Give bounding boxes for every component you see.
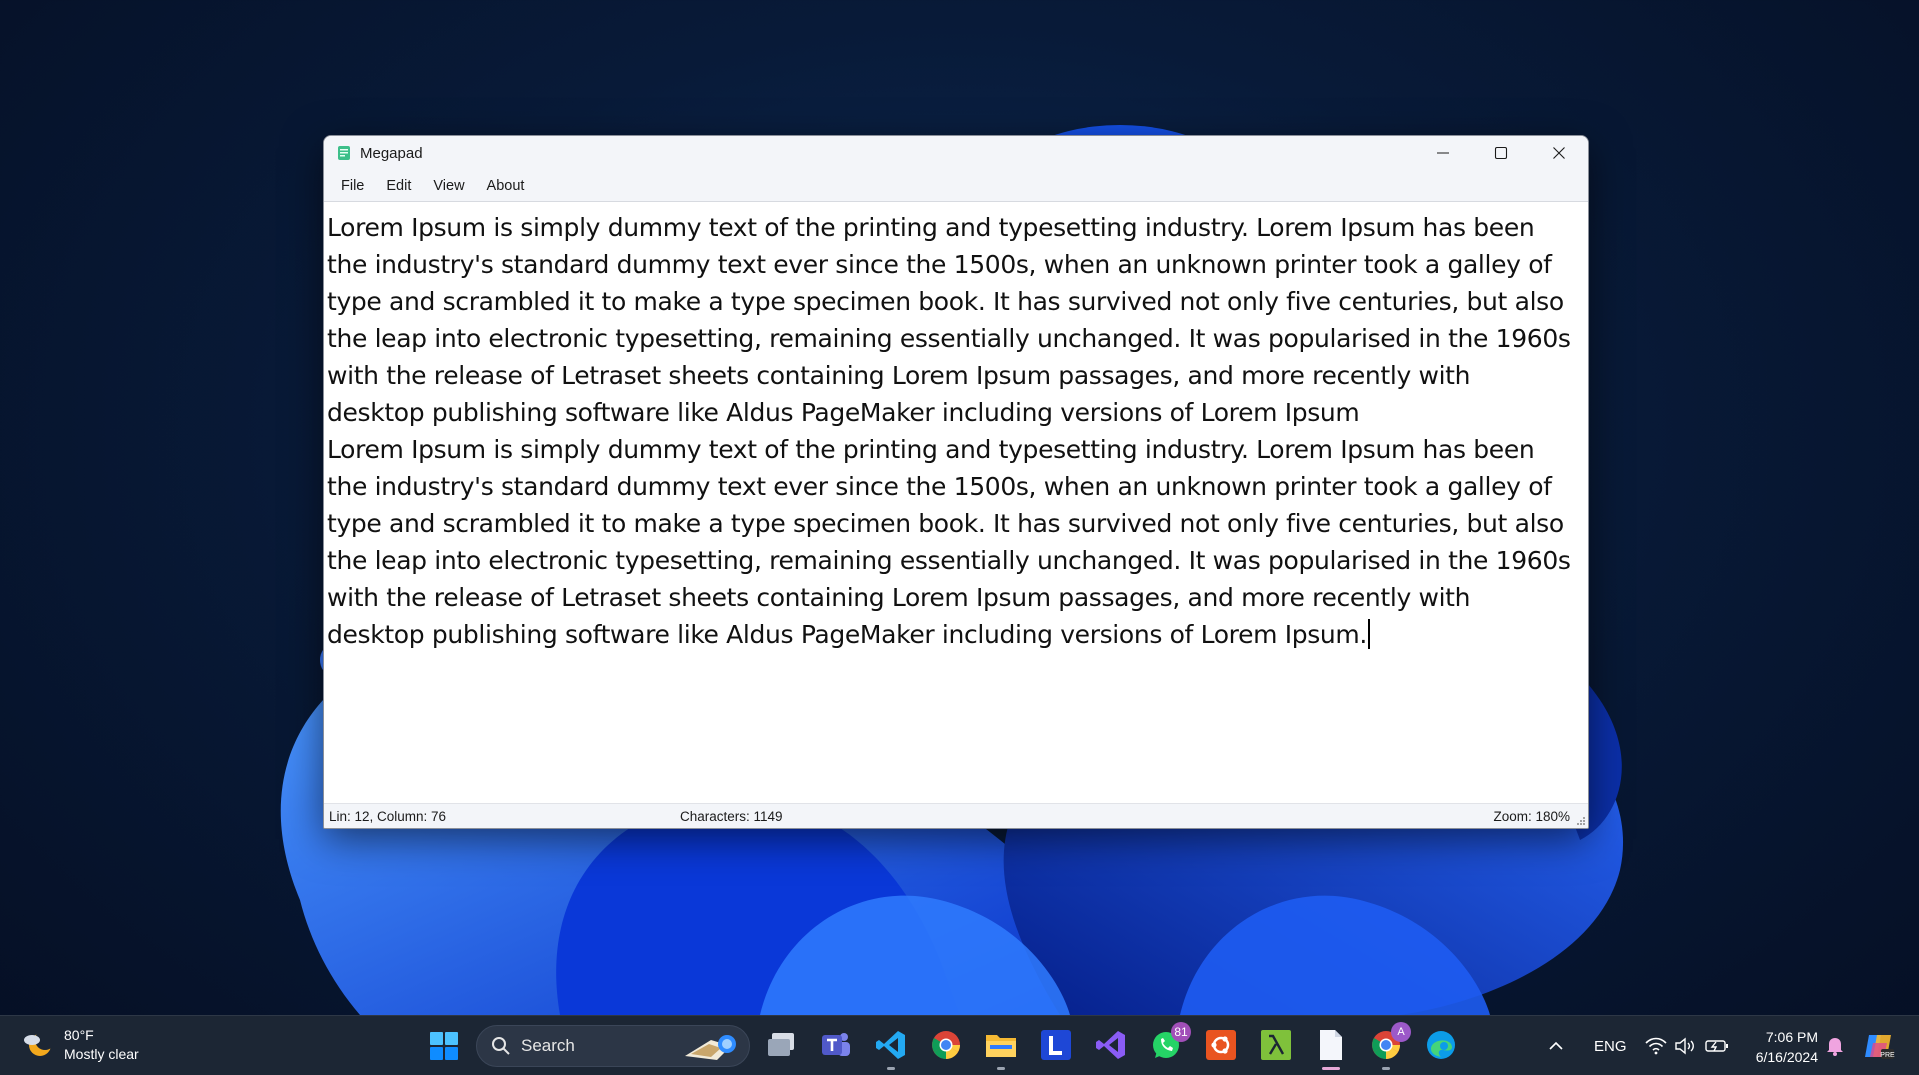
active-indicator — [1322, 1067, 1340, 1070]
status-bar: Lin: 12, Column: 76 Characters: 1149 Zoo… — [324, 803, 1588, 828]
running-indicator — [1382, 1067, 1390, 1070]
search-label: Search — [521, 1036, 575, 1055]
visual-studio-icon[interactable] — [1094, 1028, 1128, 1062]
clock-time: 7:06 PM — [1765, 1029, 1818, 1045]
chrome-icon[interactable] — [929, 1028, 963, 1062]
windows-start-icon[interactable] — [429, 1031, 459, 1061]
copilot-icon: PRE — [1865, 1035, 1895, 1059]
ubuntu-icon[interactable] — [1204, 1028, 1238, 1062]
teams-icon[interactable] — [819, 1028, 853, 1062]
megapad-window: Megapad File Edit View About Lorem Ipsum… — [323, 135, 1589, 829]
clock[interactable]: 7:06 PM 6/16/2024 — [1756, 1027, 1818, 1067]
menu-about[interactable]: About — [476, 174, 536, 198]
language-indicator[interactable]: ENG — [1594, 1016, 1627, 1075]
svg-text:PRE: PRE — [1880, 1052, 1895, 1059]
moon-cloud-icon — [24, 1030, 55, 1056]
whatsapp-icon[interactable]: 81 — [1149, 1022, 1191, 1062]
system-tray-status[interactable] — [1645, 1016, 1729, 1075]
file-explorer-icon[interactable] — [984, 1028, 1018, 1070]
editor-paragraph-text: Lorem Ipsum is simply dummy text of the … — [327, 435, 1579, 649]
close-button[interactable] — [1530, 136, 1588, 170]
whatsapp-notification-badge: 81 — [1171, 1022, 1191, 1042]
menu-edit[interactable]: Edit — [375, 174, 422, 198]
minimize-button[interactable] — [1414, 136, 1472, 170]
weather-widget[interactable]: 80°F Mostly clear — [22, 1026, 139, 1064]
minimize-icon — [1437, 152, 1449, 154]
chevron-up-icon — [1549, 1041, 1563, 1050]
menu-file[interactable]: File — [330, 174, 375, 198]
language-label: ENG — [1594, 1037, 1627, 1055]
megapad-taskbar-icon[interactable] — [1314, 1028, 1348, 1070]
title-bar[interactable]: Megapad — [324, 136, 1588, 170]
search-highlight-icon — [685, 1035, 736, 1060]
search-icon — [492, 1037, 510, 1055]
status-character-count: Characters: 1149 — [680, 809, 783, 824]
menu-view[interactable]: View — [422, 174, 475, 198]
taskbar-search[interactable]: Search — [476, 1025, 750, 1067]
show-hidden-icons-button[interactable] — [1548, 1016, 1564, 1075]
wifi-icon — [1645, 1037, 1667, 1055]
chrome-profile-badge: A — [1391, 1022, 1411, 1042]
resize-grip-icon[interactable] — [1576, 816, 1586, 826]
vscode-icon[interactable] — [874, 1028, 908, 1070]
text-editor[interactable]: Lorem Ipsum is simply dummy text of the … — [324, 203, 1588, 803]
clock-date: 6/16/2024 — [1755, 1049, 1818, 1065]
status-zoom: Zoom: 180% — [1493, 809, 1570, 824]
edge-icon[interactable] — [1424, 1028, 1458, 1062]
weather-description: Mostly clear — [64, 1046, 139, 1062]
chrome-profile-icon[interactable]: A — [1369, 1022, 1411, 1070]
editor-paragraph-last: Lorem Ipsum is simply dummy text of the … — [327, 431, 1574, 653]
close-icon — [1553, 147, 1565, 159]
status-line-column: Lin: 12, Column: 76 — [329, 809, 447, 824]
task-view-icon[interactable] — [764, 1028, 798, 1062]
running-indicator — [887, 1067, 895, 1070]
maximize-icon — [1494, 146, 1508, 160]
l-app-icon[interactable] — [1039, 1028, 1073, 1062]
notifications-button[interactable] — [1826, 1016, 1844, 1075]
weather-temperature: 80°F — [64, 1027, 94, 1043]
editor-paragraph: Lorem Ipsum is simply dummy text of the … — [327, 213, 1579, 427]
taskbar: 80°F Mostly clear Search 81 A ENG 7:06 P… — [0, 1015, 1919, 1075]
menu-bar: File Edit View About — [324, 170, 1588, 202]
copilot-button[interactable]: PRE — [1863, 1016, 1895, 1075]
volume-icon — [1675, 1037, 1694, 1055]
text-caret — [1368, 619, 1371, 649]
lambda-app-icon[interactable] — [1259, 1028, 1293, 1062]
window-title: Megapad — [360, 144, 423, 162]
running-indicator — [997, 1067, 1005, 1070]
bell-icon — [1827, 1038, 1843, 1056]
maximize-button[interactable] — [1472, 136, 1530, 170]
battery-charging-icon — [1705, 1040, 1728, 1052]
megapad-app-icon — [338, 146, 350, 160]
